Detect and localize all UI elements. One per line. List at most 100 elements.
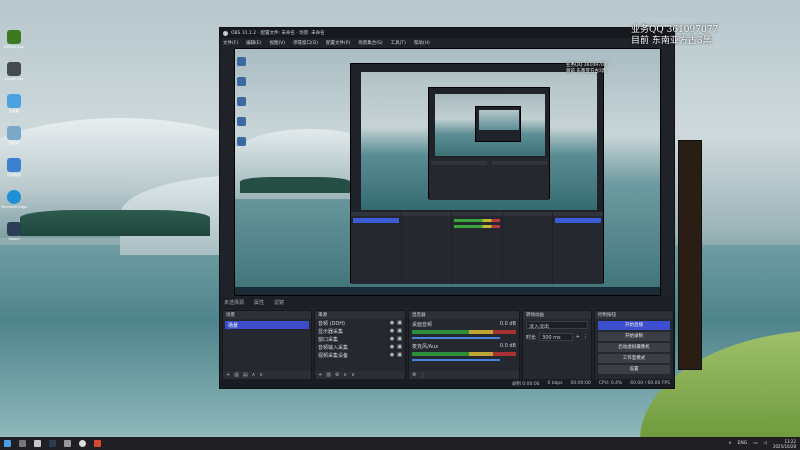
duration-input[interactable]: 300 ms [539, 333, 573, 341]
source-item[interactable]: 视频采集设备 ◉ ▣ [315, 351, 405, 359]
recording-status: 录制 0:00:00 [511, 381, 540, 387]
start-virtual-camera-button[interactable]: 启动虚拟摄像机 [598, 343, 670, 352]
volume-icon[interactable]: ◁ [763, 441, 766, 446]
menu-profile[interactable]: 配置文件(P) [326, 40, 350, 46]
channel-db: 0.0 dB [499, 343, 516, 349]
transition-type-select[interactable]: 淡入淡出 [526, 321, 588, 330]
menu-scene-collection[interactable]: 场景集合(S) [358, 40, 382, 46]
nested-docks [351, 212, 603, 284]
nested-obs-window [350, 63, 604, 284]
lock-icon[interactable]: ▣ [397, 336, 402, 342]
background-window-partial-right[interactable] [678, 140, 702, 370]
volume-meter [412, 330, 516, 334]
chevron-up-icon[interactable]: ∧ [343, 372, 347, 378]
nested-sources-dock [401, 212, 452, 284]
chevron-down-icon[interactable]: ∨ [351, 372, 355, 378]
taskbar-app-icon[interactable] [64, 440, 71, 447]
eye-icon[interactable]: ◉ [390, 328, 394, 334]
menu-docks[interactable]: 停靠窗口(D) [293, 40, 318, 46]
nested-meter [454, 225, 500, 228]
search-icon[interactable] [19, 440, 26, 447]
scene-item[interactable]: 场景 [225, 321, 309, 329]
source-item[interactable]: 音频 (DDH) ◉ ▣ [315, 319, 405, 327]
clock-date: 2025/10/28 [772, 443, 796, 449]
clock[interactable]: 13:22 2025/10/28 [773, 439, 796, 449]
taskbar-app-icon[interactable] [94, 440, 101, 447]
start-menu-icon[interactable] [4, 440, 11, 447]
start-recording-button[interactable]: 开始录制 [598, 332, 670, 341]
filter-icon[interactable]: ▤ [243, 372, 248, 378]
scenes-dock: 场景 场景 + ▥ ▤ ∧ ∨ [222, 310, 312, 380]
language-indicator[interactable]: ENG [738, 441, 748, 446]
chevron-down-icon[interactable]: ∨ [259, 372, 263, 378]
more-icon[interactable]: ⋮ [583, 334, 588, 340]
menu-edit[interactable]: 编辑(E) [246, 40, 261, 46]
studio-mode-button[interactable]: 工作室模式 [598, 354, 670, 363]
nested-controls-dock [553, 212, 603, 284]
desktop-icon-label: 回收站 [8, 141, 20, 145]
desktop-icon-control-panel[interactable]: 控制面板 [2, 158, 26, 188]
desktop-icon-edge[interactable]: Microsoft Edge [1, 190, 27, 220]
volume-slider[interactable] [412, 337, 501, 339]
desktop-icon-recycle-bin[interactable]: 回收站 [2, 126, 26, 156]
menu-view[interactable]: 视图(V) [269, 40, 285, 46]
nested-meter [454, 219, 500, 222]
scene-transitions-dock: 转场动画 淡入淡出 时长 300 ms + ⋮ [522, 310, 592, 380]
app-icon [7, 62, 21, 76]
chevron-up-icon[interactable]: ∧ [252, 372, 256, 378]
preview-icon [237, 77, 246, 86]
eye-icon[interactable]: ◉ [390, 352, 394, 358]
add-icon[interactable]: + [576, 334, 580, 340]
settings-button[interactable]: 设置 [598, 365, 670, 374]
source-item[interactable]: 窗口采集 ◉ ▣ [315, 335, 405, 343]
properties-button[interactable]: 属性 [254, 299, 264, 306]
source-item[interactable]: 显示器采集 ◉ ▣ [315, 327, 405, 335]
watermark-line-2: 目前 东南亚方古3黑 [631, 36, 712, 46]
desktop-icon-steam[interactable]: Steam [2, 222, 26, 252]
nested-obs-window-2 [428, 87, 550, 200]
lock-icon[interactable]: ▣ [397, 352, 402, 358]
steam-icon[interactable] [49, 440, 56, 447]
taskbar: ∧ ENG ▭ ◁ 13:22 2025/10/28 [0, 437, 800, 450]
gear-icon[interactable]: ⚙ [335, 372, 339, 378]
menu-tools[interactable]: 工具(T) [391, 40, 406, 46]
network-icon[interactable]: ▭ [753, 441, 757, 446]
eye-icon[interactable]: ◉ [390, 320, 394, 326]
menu-file[interactable]: 文件(F) [223, 40, 238, 46]
menu-bar: 文件(F) 编辑(E) 视图(V) 停靠窗口(D) 配置文件(P) 场景集合(S… [220, 38, 674, 47]
eye-icon[interactable]: ◉ [390, 344, 394, 350]
preview-canvas[interactable] [234, 48, 661, 296]
start-streaming-button[interactable]: 开始直播 [598, 321, 670, 330]
eye-icon[interactable]: ◉ [390, 336, 394, 342]
mixer-channel: 麦克风/Aux 0.0 dB [409, 341, 519, 363]
chevron-up-icon[interactable]: ∧ [728, 441, 731, 446]
nested-scenes-dock [351, 212, 401, 284]
nested-transitions-dock [502, 212, 553, 284]
menu-help[interactable]: 帮助(H) [414, 40, 430, 46]
transition-duration-row: 时长 300 ms + ⋮ [523, 331, 591, 343]
desktop-icon-screenrec[interactable]: Screen Rec [2, 62, 26, 92]
more-icon[interactable]: ⋮ [420, 372, 425, 378]
nested-meter [431, 161, 487, 165]
source-item[interactable]: 音频输入采集 ◉ ▣ [315, 343, 405, 351]
lock-icon[interactable]: ▣ [397, 328, 402, 334]
desktop-icon-label: 控制面板 [7, 173, 21, 177]
gear-icon[interactable]: ⚙ [412, 372, 416, 378]
lock-icon[interactable]: ▣ [397, 320, 402, 326]
filters-button[interactable]: 滤镜 [274, 299, 284, 306]
nested-scene-selected [353, 218, 399, 223]
volume-slider[interactable] [412, 359, 501, 361]
obs-icon[interactable] [79, 440, 86, 447]
lock-icon[interactable]: ▣ [397, 344, 402, 350]
add-icon[interactable]: + [318, 372, 322, 378]
desktop-icon-computer[interactable]: 此电脑 [2, 94, 26, 124]
add-icon[interactable]: + [226, 372, 230, 378]
trash-icon[interactable]: ▥ [234, 372, 239, 378]
taskbar-app-icon[interactable] [34, 440, 41, 447]
transitions-dock-title: 转场动画 [523, 311, 591, 319]
obs-titlebar[interactable]: OBS 31.1.2 · 配置文件: 未命名 · 场景: 未命名 [220, 28, 674, 38]
trash-icon[interactable]: ▥ [326, 372, 331, 378]
transition-type-row: 淡入淡出 [523, 319, 591, 331]
desktop-icon-nvidia[interactable]: NVIDIA App [2, 30, 26, 60]
volume-meter [412, 352, 516, 356]
